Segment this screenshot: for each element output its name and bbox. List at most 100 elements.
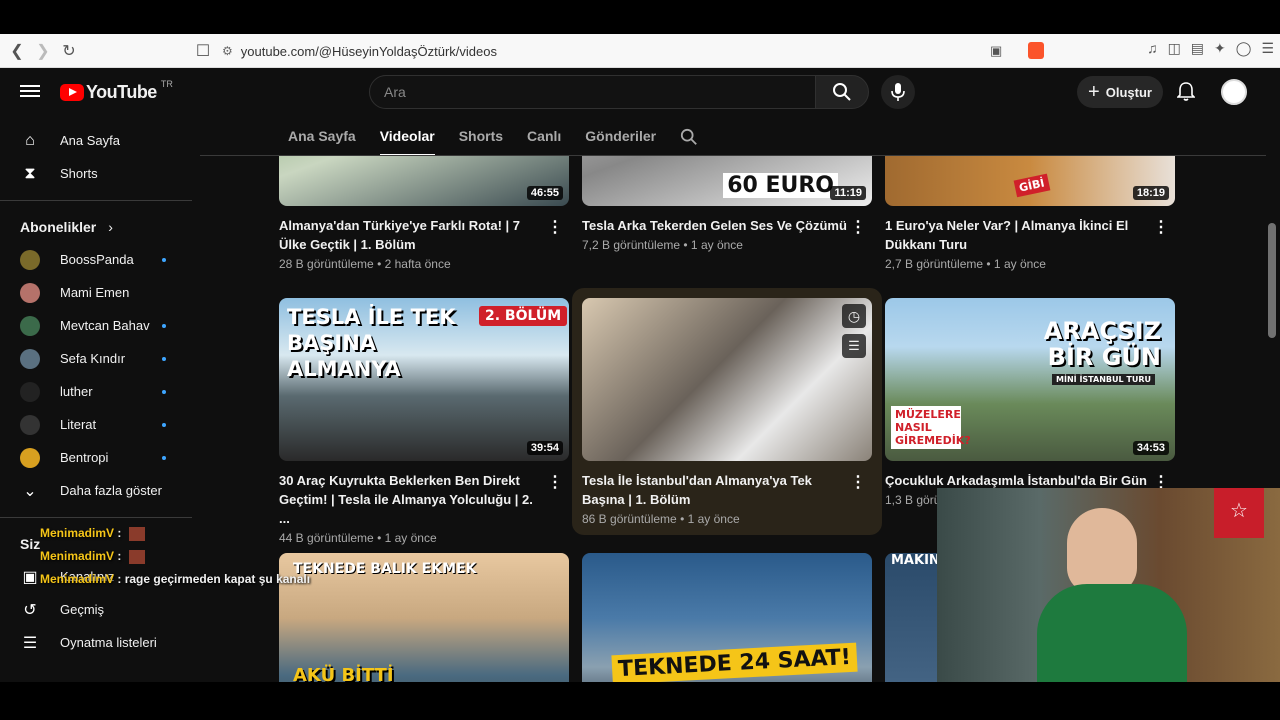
- more-options-icon[interactable]: ⋮: [850, 217, 866, 237]
- sidebar-item-shorts[interactable]: ⧗ Shorts: [0, 157, 192, 190]
- sidebar-subscription[interactable]: Mevtcan Bahav: [0, 309, 192, 342]
- thumbnail-caption: ARAÇSIZ BİR GÜN: [1043, 317, 1161, 371]
- search-input[interactable]: Ara: [369, 75, 816, 109]
- video-thumbnail[interactable]: GİBİ 18:19: [885, 156, 1175, 206]
- video-card[interactable]: 60 EURO 11:19 Tesla Arka Tekerden Gelen …: [582, 156, 872, 252]
- brave-shield-icon[interactable]: [1028, 42, 1044, 59]
- video-card[interactable]: GİBİ 18:19 1 Euro'ya Neler Var? | Almany…: [885, 156, 1175, 271]
- channel-tabs: Ana Sayfa Videolar Shorts Canlı Gönderil…: [288, 124, 722, 156]
- sidebar-item-playlists[interactable]: ☰ Oynatma listeleri: [0, 626, 192, 659]
- playlist-icon: ☰: [22, 634, 38, 652]
- watch-later-icon[interactable]: ◷: [842, 304, 866, 328]
- youtube-page: YouTube TR Ara + Oluştur ⌂ Ana Sayfa ⧗ Sh…: [0, 68, 1280, 682]
- menu-icon[interactable]: ☰: [1261, 40, 1274, 57]
- voice-search-button[interactable]: [881, 75, 915, 109]
- thumbnail-caption: MAKIN: [891, 553, 940, 568]
- thumbnail-badge: 2. BÖLÜM: [479, 306, 568, 326]
- tab-posts[interactable]: Gönderiler: [585, 124, 656, 156]
- thumbnail-caption: TEKNEDE 24 SAAT!: [611, 642, 858, 682]
- video-title[interactable]: Tesla Arka Tekerden Gelen Ses Ve Çözümü: [582, 216, 847, 235]
- subscription-label: Mevtcan Bahav: [60, 318, 150, 333]
- channel-search-icon[interactable]: [680, 124, 698, 156]
- emote-icon: [128, 526, 145, 541]
- video-card[interactable]: TEKNEDE 24 SAAT!: [582, 553, 872, 682]
- sidebar-subscription[interactable]: Literat: [0, 408, 192, 441]
- address-bar[interactable]: ⚙ youtube.com/@HüseyinYoldaşÖztürk/video…: [222, 39, 1052, 63]
- back-icon[interactable]: ❮: [4, 38, 30, 64]
- video-card[interactable]: ARAÇSIZ BİR GÜN MİNİ İSTANBUL TURU MÜZEL…: [885, 298, 1175, 507]
- extension-icons: ♫ ◫ ▤ ✦ ◯ ☰: [1147, 40, 1274, 57]
- sidebar-item-history[interactable]: ↺ Geçmiş: [0, 593, 192, 626]
- video-thumbnail[interactable]: TEKNEDE BALIK EKMEK AKÜ BİTTİ: [279, 553, 569, 682]
- tab-home[interactable]: Ana Sayfa: [288, 124, 356, 156]
- video-thumbnail[interactable]: 60 EURO 11:19: [582, 156, 872, 206]
- youtube-logo[interactable]: YouTube TR: [60, 79, 173, 103]
- sidebar-subscription[interactable]: Bentropi: [0, 441, 192, 474]
- reload-icon[interactable]: ↻: [56, 38, 82, 64]
- thumbnail-caption: TEKNEDE BALIK EKMEK: [293, 561, 477, 577]
- more-options-icon[interactable]: ⋮: [547, 472, 563, 492]
- video-thumbnail[interactable]: ARAÇSIZ BİR GÜN MİNİ İSTANBUL TURU MÜZEL…: [885, 298, 1175, 461]
- video-card[interactable]: 46:55 Almanya'dan Türkiye'ye Farklı Rota…: [279, 156, 569, 271]
- bottom-black-border: [0, 682, 1280, 720]
- history-icon: ↺: [23, 601, 37, 619]
- tab-live[interactable]: Canlı: [527, 124, 561, 156]
- video-title[interactable]: 1 Euro'ya Neler Var? | Almanya İkinci El…: [885, 216, 1150, 254]
- forward-icon[interactable]: ❯: [30, 38, 56, 64]
- chevron-down-icon: ⌄: [23, 482, 37, 500]
- create-button[interactable]: + Oluştur: [1077, 76, 1163, 108]
- tab-shorts[interactable]: Shorts: [459, 124, 503, 156]
- wallet-icon[interactable]: ▤: [1191, 40, 1204, 57]
- channel-avatar: [20, 381, 40, 402]
- more-options-icon[interactable]: ⋮: [1153, 217, 1169, 237]
- subscriptions-list: BoossPanda Mami Emen Mevtcan Bahav Sefa Kın…: [0, 243, 192, 474]
- sidebar-item-home[interactable]: ⌂ Ana Sayfa: [0, 124, 192, 157]
- video-title[interactable]: 30 Araç Kuyrukta Beklerken Ben Direkt Ge…: [279, 471, 544, 528]
- more-options-icon[interactable]: ⋮: [850, 472, 866, 492]
- show-more-button[interactable]: ⌄ Daha fazla göster: [0, 474, 192, 507]
- page-scrollbar[interactable]: [1268, 223, 1276, 338]
- sidebar-subscription[interactable]: Mami Emen: [0, 276, 192, 309]
- new-content-dot: [162, 422, 166, 427]
- add-to-queue-icon[interactable]: ☰: [842, 334, 866, 358]
- cast-icon[interactable]: ▣: [990, 43, 1002, 59]
- video-thumbnail[interactable]: 46:55: [279, 156, 569, 206]
- site-settings-icon[interactable]: ⚙: [222, 44, 233, 58]
- sidebar-subscription[interactable]: Sefa Kındır: [0, 342, 192, 375]
- subscription-label: Sefa Kındır: [60, 351, 126, 366]
- video-card[interactable]: TEKNEDE BALIK EKMEK AKÜ BİTTİ: [279, 553, 569, 682]
- video-title[interactable]: Almanya'dan Türkiye'ye Farklı Rota! | 7 …: [279, 216, 544, 254]
- vpn-icon[interactable]: ◯: [1236, 40, 1252, 57]
- ai-icon[interactable]: ✦: [1214, 40, 1226, 57]
- video-card[interactable]: TESLA İLE TEK BAŞINA ALMANYA 2. BÖLÜM 39…: [279, 298, 569, 545]
- divider: [0, 517, 192, 518]
- music-icon[interactable]: ♫: [1147, 40, 1158, 57]
- subscriptions-heading[interactable]: Abonelikler ›: [0, 211, 192, 243]
- channel-avatar: [20, 348, 40, 369]
- sidebar-subscription[interactable]: BoossPanda: [0, 243, 192, 276]
- video-thumbnail[interactable]: ◷ ☰: [582, 298, 872, 461]
- browser-toolbar: ❮ ❯ ↻ ☐ ⚙ youtube.com/@HüseyinYoldaşÖztü…: [0, 34, 1280, 68]
- sidebar-toggle-icon[interactable]: ◫: [1168, 40, 1181, 57]
- tab-videos[interactable]: Videolar: [379, 124, 435, 156]
- bookmark-icon[interactable]: ☐: [190, 38, 216, 64]
- notifications-bell-icon[interactable]: [1174, 80, 1198, 104]
- more-options-icon[interactable]: ⋮: [547, 217, 563, 237]
- shorts-icon: ⧗: [24, 164, 36, 182]
- channel-avatar: [20, 282, 40, 303]
- microphone-icon: [891, 83, 905, 101]
- hamburger-menu-icon[interactable]: [20, 82, 40, 102]
- new-content-dot: [162, 389, 166, 394]
- video-thumbnail[interactable]: TEKNEDE 24 SAAT!: [582, 553, 872, 682]
- sidebar-subscription[interactable]: luther: [0, 375, 192, 408]
- channel-avatar: [20, 447, 40, 468]
- video-thumbnail[interactable]: TESLA İLE TEK BAŞINA ALMANYA 2. BÖLÜM 39…: [279, 298, 569, 461]
- video-meta: 86 B görüntüleme • 1 ay önce: [582, 512, 740, 526]
- video-card-hovered[interactable]: ◷ ☰ Tesla İle İstanbul'dan Almanya'ya Te…: [572, 288, 882, 535]
- video-title[interactable]: Tesla İle İstanbul'dan Almanya'ya Tek Ba…: [582, 471, 847, 509]
- account-avatar[interactable]: [1221, 79, 1247, 105]
- search-button[interactable]: [815, 75, 869, 109]
- new-content-dot: [162, 257, 166, 262]
- video-duration: 34:53: [1132, 441, 1169, 455]
- webcam-overlay: ☆: [937, 488, 1280, 682]
